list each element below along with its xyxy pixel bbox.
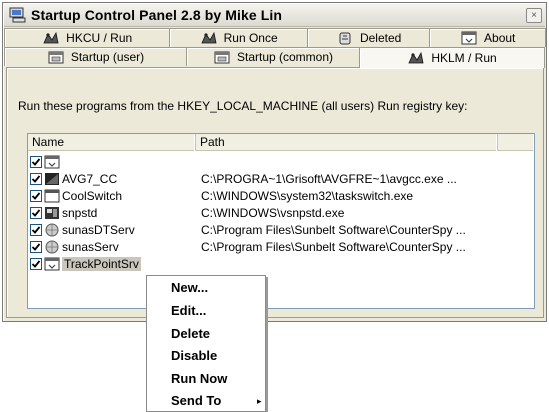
folder-icon	[213, 50, 231, 64]
avg-icon	[44, 172, 60, 186]
tab-label: Run Once	[223, 31, 278, 45]
submenu-arrow-icon: ▸	[257, 396, 262, 406]
column-header-name[interactable]: Name	[28, 134, 196, 151]
camera-icon	[44, 206, 60, 220]
window-icon	[44, 155, 60, 169]
item-path: C:\WINDOWS\vsnpstd.exe	[201, 206, 345, 220]
list-item[interactable]: AVG7_CC C:\PROGRA~1\Grisoft\AVGFRE~1\avg…	[30, 171, 457, 187]
menu-item-new[interactable]: New...	[171, 280, 208, 295]
folder-icon	[47, 50, 65, 64]
tab-hklm-run[interactable]: HKLM / Run	[359, 47, 545, 68]
checkbox[interactable]	[30, 224, 42, 236]
checkbox[interactable]	[30, 241, 42, 253]
column-header-path[interactable]: Path	[196, 134, 498, 151]
list-item[interactable]: CoolSwitch C:\WINDOWS\system32\taskswitc…	[30, 188, 413, 204]
item-path: C:\PROGRA~1\Grisoft\AVGFRE~1\avgcc.exe .…	[201, 172, 457, 186]
tab-about[interactable]: About	[429, 28, 546, 47]
registry-icon	[42, 31, 60, 45]
tab-label: Startup (common)	[236, 50, 334, 64]
panel-description: Run these programs from the HKEY_LOCAL_M…	[18, 99, 468, 113]
menu-item-edit[interactable]: Edit...	[171, 303, 206, 318]
tab-row-bottom: Startup (user) Startup (common) HKLM / R…	[4, 47, 545, 68]
close-icon: ×	[531, 10, 537, 21]
checkbox[interactable]	[30, 258, 42, 270]
tab-deleted[interactable]: Deleted	[306, 28, 431, 47]
menu-item-send-to[interactable]: Send To	[171, 393, 221, 408]
tab-label: Deleted	[359, 31, 402, 45]
item-path: C:\Program Files\Sunbelt Software\Counte…	[201, 240, 466, 254]
title-bar[interactable]: Startup Control Panel 2.8 by Mike Lin ×	[4, 4, 545, 27]
startup-list[interactable]: Name Path AVG7_CC C:\PROGRA~1\Grisoft\AV…	[27, 133, 535, 309]
menu-item-disable[interactable]: Disable	[171, 348, 217, 363]
window-icon	[460, 31, 478, 45]
menu-item-delete[interactable]: Delete	[171, 326, 210, 341]
tab-label: HKCU / Run	[66, 31, 133, 45]
tab-label: HKLM / Run	[431, 51, 497, 65]
context-menu: New... Edit... Delete Disable Run Now Se…	[146, 275, 266, 412]
window-title: Startup Control Panel 2.8 by Mike Lin	[31, 7, 283, 23]
registry-icon	[200, 31, 218, 45]
menu-item-run-now[interactable]: Run Now	[171, 371, 227, 386]
list-header: Name Path	[28, 134, 534, 151]
list-item[interactable]: TrackPointSrv	[30, 256, 226, 272]
computer-app-icon	[9, 7, 27, 23]
checkbox[interactable]	[30, 156, 42, 168]
close-button[interactable]: ×	[526, 8, 542, 23]
list-item[interactable]: sunasServ C:\Program Files\Sunbelt Softw…	[30, 239, 466, 255]
registry-icon	[407, 51, 425, 65]
tab-hkcu-run[interactable]: HKCU / Run	[4, 28, 171, 47]
item-name: TrackPointSrv	[62, 257, 141, 271]
tab-label: Startup (user)	[70, 50, 145, 64]
window-icon	[44, 189, 60, 203]
list-item[interactable]: snpstd C:\WINDOWS\vsnpstd.exe	[30, 205, 344, 221]
tab-run-once[interactable]: Run Once	[169, 28, 308, 47]
globe-icon	[44, 223, 60, 237]
globe-icon	[44, 240, 60, 254]
tab-label: About	[484, 31, 516, 45]
checkbox[interactable]	[30, 190, 42, 202]
list-item[interactable]: sunasDTServ C:\Program Files\Sunbelt Sof…	[30, 222, 466, 238]
window-icon	[44, 257, 60, 271]
checkbox[interactable]	[30, 173, 42, 185]
tab-row-top: HKCU / Run Run Once Deleted About	[4, 28, 546, 47]
list-item[interactable]	[30, 154, 226, 170]
recycle-icon	[336, 31, 354, 45]
tab-startup-user[interactable]: Startup (user)	[4, 47, 187, 66]
tab-startup-common[interactable]: Startup (common)	[186, 47, 360, 66]
item-path: C:\WINDOWS\system32\taskswitch.exe	[201, 189, 414, 203]
column-header-spacer	[498, 134, 534, 151]
item-path: C:\Program Files\Sunbelt Software\Counte…	[201, 223, 466, 237]
checkbox[interactable]	[30, 207, 42, 219]
